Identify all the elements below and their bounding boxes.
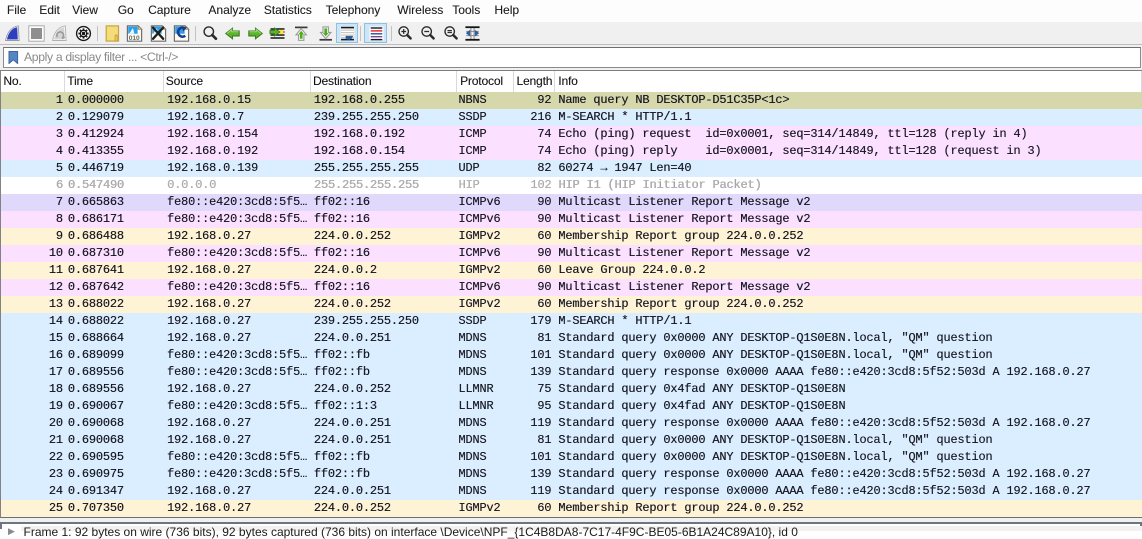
svg-text:010: 010 — [129, 35, 140, 42]
